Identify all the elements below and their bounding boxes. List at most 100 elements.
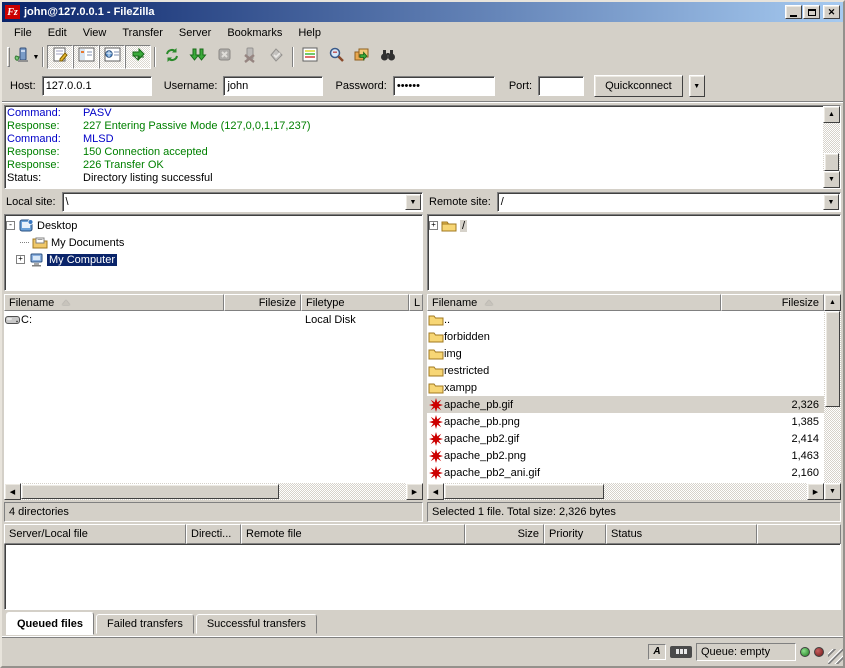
message-log-body[interactable]: Command:PASV Response:227 Entering Passi…	[5, 106, 823, 188]
file-row[interactable]: apache_pb2_ani.gif2,160	[427, 464, 824, 481]
file-row[interactable]: apache_pb.png1,385	[427, 413, 824, 430]
column-header-last-modified[interactable]: L	[409, 294, 423, 311]
column-header-server-local-file[interactable]: Server/Local file	[4, 524, 186, 544]
toggle-queue-button[interactable]	[125, 45, 151, 69]
local-horizontal-scrollbar[interactable]: ◀ ▶	[4, 483, 423, 500]
host-input[interactable]	[42, 76, 152, 96]
file-row[interactable]: img	[427, 345, 824, 362]
scroll-up-button[interactable]: ▲	[824, 294, 841, 311]
resize-grip[interactable]	[828, 649, 843, 664]
local-tree[interactable]: - Desktop My Documents + My Computer	[4, 214, 423, 291]
menu-item-edit[interactable]: Edit	[40, 24, 75, 42]
menu-item-transfer[interactable]: Transfer	[114, 24, 171, 42]
disconnect-button[interactable]	[237, 45, 263, 69]
file-row[interactable]: apache_pb2.png1,463	[427, 447, 824, 464]
close-button[interactable]: ✕	[823, 5, 840, 19]
synchronized-browsing-button[interactable]	[349, 45, 375, 69]
local-rows[interactable]: C: Local Disk	[4, 311, 423, 483]
file-row[interactable]: forbidden	[427, 328, 824, 345]
toggle-log-button[interactable]	[47, 45, 73, 69]
reconnect-button[interactable]	[263, 45, 289, 69]
site-manager-button[interactable]: ▼	[13, 45, 39, 69]
filter-button[interactable]	[323, 45, 349, 69]
scroll-down-button[interactable]: ▼	[824, 483, 841, 500]
scroll-up-button[interactable]: ▲	[823, 106, 840, 123]
toolbar-grip[interactable]	[7, 47, 10, 67]
process-queue-button[interactable]	[185, 45, 211, 69]
column-header-filename[interactable]: Filename	[427, 294, 721, 311]
tab-successful-transfers[interactable]: Successful transfers	[196, 614, 317, 634]
scroll-right-button[interactable]: ▶	[406, 483, 423, 500]
collapse-icon[interactable]: -	[6, 221, 15, 230]
scrollbar-thumb[interactable]	[824, 153, 839, 171]
disconnect-icon	[241, 46, 259, 69]
username-input[interactable]	[223, 76, 323, 96]
column-header-filesize[interactable]: Filesize	[224, 294, 301, 311]
remote-site-combo[interactable]: / ▼	[497, 192, 841, 212]
column-header-status[interactable]: Status	[606, 524, 757, 544]
menu-item-server[interactable]: Server	[171, 24, 219, 42]
tree-item-root[interactable]: + /	[429, 217, 839, 234]
maximize-button[interactable]	[803, 5, 820, 19]
scrollbar-thumb[interactable]	[444, 484, 604, 499]
column-header-remote-file[interactable]: Remote file	[241, 524, 465, 544]
scroll-down-button[interactable]: ▼	[823, 171, 840, 188]
toggle-local-tree-button[interactable]	[73, 45, 99, 69]
toggle-remote-tree-button[interactable]	[99, 45, 125, 69]
column-header-filename[interactable]: Filename	[4, 294, 224, 311]
column-header-filesize[interactable]: Filesize	[721, 294, 824, 311]
column-header-filetype[interactable]: Filetype	[301, 294, 409, 311]
remote-rows[interactable]: .. forbidden img restricted xampp apache…	[427, 311, 824, 483]
queue-list[interactable]	[4, 544, 841, 610]
local-site-combo[interactable]: \ ▼	[62, 192, 423, 212]
file-row-selected[interactable]: apache_pb.gif2,326	[427, 396, 824, 413]
speed-limit-indicator-icon[interactable]	[670, 646, 692, 658]
scroll-left-button[interactable]: ◀	[4, 483, 21, 500]
tab-failed-transfers[interactable]: Failed transfers	[96, 614, 194, 634]
file-row[interactable]: restricted	[427, 362, 824, 379]
menu-item-file[interactable]: File	[6, 24, 40, 42]
menu-item-bookmarks[interactable]: Bookmarks	[219, 24, 290, 42]
file-row[interactable]: xampp	[427, 379, 824, 396]
site-manager-dropdown-icon[interactable]: ▼	[33, 54, 40, 61]
refresh-button[interactable]	[159, 45, 185, 69]
port-input[interactable]	[538, 76, 584, 96]
menu-item-help[interactable]: Help	[290, 24, 329, 42]
minimize-button[interactable]	[785, 5, 802, 19]
toolbar-separator	[292, 47, 294, 67]
local-site-label: Local site:	[4, 196, 62, 208]
tree-item-my-computer[interactable]: + My Computer	[6, 251, 421, 268]
remote-vertical-scrollbar[interactable]: ▲ ▼	[824, 294, 841, 500]
tree-item-my-documents[interactable]: My Documents	[6, 234, 421, 251]
tree-item-desktop[interactable]: - Desktop	[6, 217, 421, 234]
column-header-direction[interactable]: Directi...	[186, 524, 241, 544]
menu-item-view[interactable]: View	[75, 24, 115, 42]
remote-tree[interactable]: + /	[427, 214, 841, 291]
local-site-dropdown-button[interactable]: ▼	[405, 194, 421, 210]
scrollbar-thumb[interactable]	[825, 311, 840, 407]
cancel-button[interactable]	[211, 45, 237, 69]
expand-icon[interactable]: +	[429, 221, 438, 230]
find-files-button[interactable]	[375, 45, 401, 69]
password-input[interactable]	[393, 76, 495, 96]
remote-horizontal-scrollbar[interactable]: ◀ ▶	[427, 483, 824, 500]
title-bar[interactable]: Fz john@127.0.0.1 - FileZilla ✕	[2, 2, 843, 22]
remote-site-dropdown-button[interactable]: ▼	[823, 194, 839, 210]
column-header-size[interactable]: Size	[465, 524, 544, 544]
chevron-down-icon: ▼	[410, 199, 417, 206]
quickconnect-dropdown-button[interactable]: ▼	[689, 75, 705, 97]
tab-queued-files[interactable]: Queued files	[6, 612, 94, 635]
scroll-left-button[interactable]: ◀	[427, 483, 444, 500]
expand-icon[interactable]: +	[16, 255, 25, 264]
file-row[interactable]: C: Local Disk	[4, 311, 423, 328]
ascii-transfer-type-icon[interactable]: A	[648, 644, 666, 660]
file-row[interactable]: ..	[427, 311, 824, 328]
file-row[interactable]: apache_pb2.gif2,414	[427, 430, 824, 447]
quickconnect-button[interactable]: Quickconnect	[594, 75, 683, 97]
directory-comparison-button[interactable]	[297, 45, 323, 69]
message-log: Command:PASV Response:227 Entering Passi…	[4, 105, 841, 189]
scrollbar-thumb[interactable]	[21, 484, 279, 499]
column-header-priority[interactable]: Priority	[544, 524, 606, 544]
scroll-right-button[interactable]: ▶	[807, 483, 824, 500]
log-scrollbar[interactable]: ▲ ▼	[823, 106, 840, 188]
